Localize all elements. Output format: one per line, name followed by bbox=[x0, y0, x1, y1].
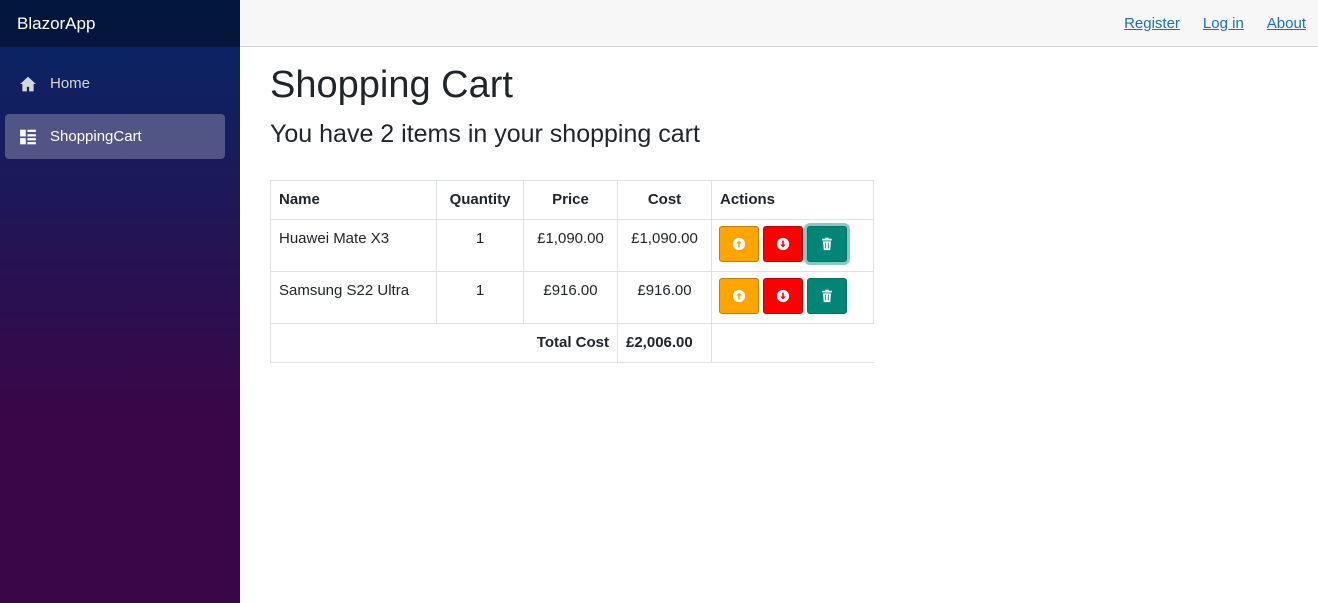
sidebar-item-shoppingcart[interactable]: ShoppingCart bbox=[5, 114, 225, 159]
main-content: Shopping Cart You have 2 items in your s… bbox=[270, 47, 874, 363]
delete-item-button[interactable] bbox=[807, 277, 847, 314]
sidebar-item-label: Home bbox=[50, 75, 91, 92]
item-price: £916.00 bbox=[523, 270, 618, 324]
arrow-up-circle-icon bbox=[732, 237, 746, 250]
sidebar-item-home[interactable]: Home bbox=[5, 61, 225, 106]
total-row-empty-cell bbox=[711, 322, 874, 363]
page-title: Shopping Cart bbox=[270, 64, 513, 106]
decrease-quantity-button[interactable] bbox=[763, 225, 803, 262]
item-cost: £916.00 bbox=[617, 270, 712, 324]
header-price: Price bbox=[523, 179, 618, 220]
brand-link[interactable]: BlazorApp bbox=[17, 14, 95, 34]
arrow-down-circle-icon bbox=[776, 289, 790, 302]
table-header-row: Name Quantity Price Cost Actions bbox=[270, 179, 874, 220]
list-icon bbox=[19, 128, 37, 146]
item-price: £1,090.00 bbox=[523, 218, 618, 272]
item-name: Samsung S22 Ultra bbox=[270, 270, 437, 324]
arrow-up-circle-icon bbox=[732, 289, 746, 302]
header-name: Name bbox=[270, 179, 437, 220]
sidebar-item-label: ShoppingCart bbox=[50, 128, 142, 145]
sidebar-nav: Home ShoppingCart bbox=[0, 47, 240, 159]
cart-table: Name Quantity Price Cost Actions Huawei … bbox=[270, 179, 874, 363]
total-cost-value: £2,006.00 bbox=[617, 322, 712, 363]
item-quantity: 1 bbox=[436, 218, 524, 272]
register-link[interactable]: Register bbox=[1124, 15, 1180, 32]
trash-icon bbox=[822, 289, 832, 302]
cart-summary: You have 2 items in your shopping cart bbox=[270, 119, 700, 148]
increase-quantity-button[interactable] bbox=[719, 277, 759, 314]
table-row: Samsung S22 Ultra 1 £916.00 £916.00 bbox=[270, 270, 874, 324]
brand-bar: BlazorApp bbox=[0, 0, 240, 47]
increase-quantity-button[interactable] bbox=[719, 225, 759, 262]
sidebar: BlazorApp Home ShoppingCart bbox=[0, 0, 240, 603]
login-link[interactable]: Log in bbox=[1203, 15, 1244, 32]
home-icon bbox=[19, 75, 37, 93]
item-actions bbox=[711, 218, 874, 272]
arrow-down-circle-icon bbox=[776, 237, 790, 250]
trash-icon bbox=[822, 237, 832, 250]
total-row: Total Cost £2,006.00 bbox=[270, 322, 874, 363]
header-actions: Actions bbox=[711, 179, 874, 220]
decrease-quantity-button[interactable] bbox=[763, 277, 803, 314]
item-actions bbox=[711, 270, 874, 324]
item-quantity: 1 bbox=[436, 270, 524, 324]
delete-item-button[interactable] bbox=[807, 225, 847, 262]
item-cost: £1,090.00 bbox=[617, 218, 712, 272]
total-cost-label: Total Cost bbox=[270, 322, 618, 363]
top-bar: Register Log in About bbox=[240, 0, 1318, 47]
header-quantity: Quantity bbox=[436, 179, 524, 220]
item-name: Huawei Mate X3 bbox=[270, 218, 437, 272]
table-row: Huawei Mate X3 1 £1,090.00 £1,090.00 bbox=[270, 218, 874, 272]
header-cost: Cost bbox=[617, 179, 712, 220]
about-link[interactable]: About bbox=[1267, 15, 1306, 32]
